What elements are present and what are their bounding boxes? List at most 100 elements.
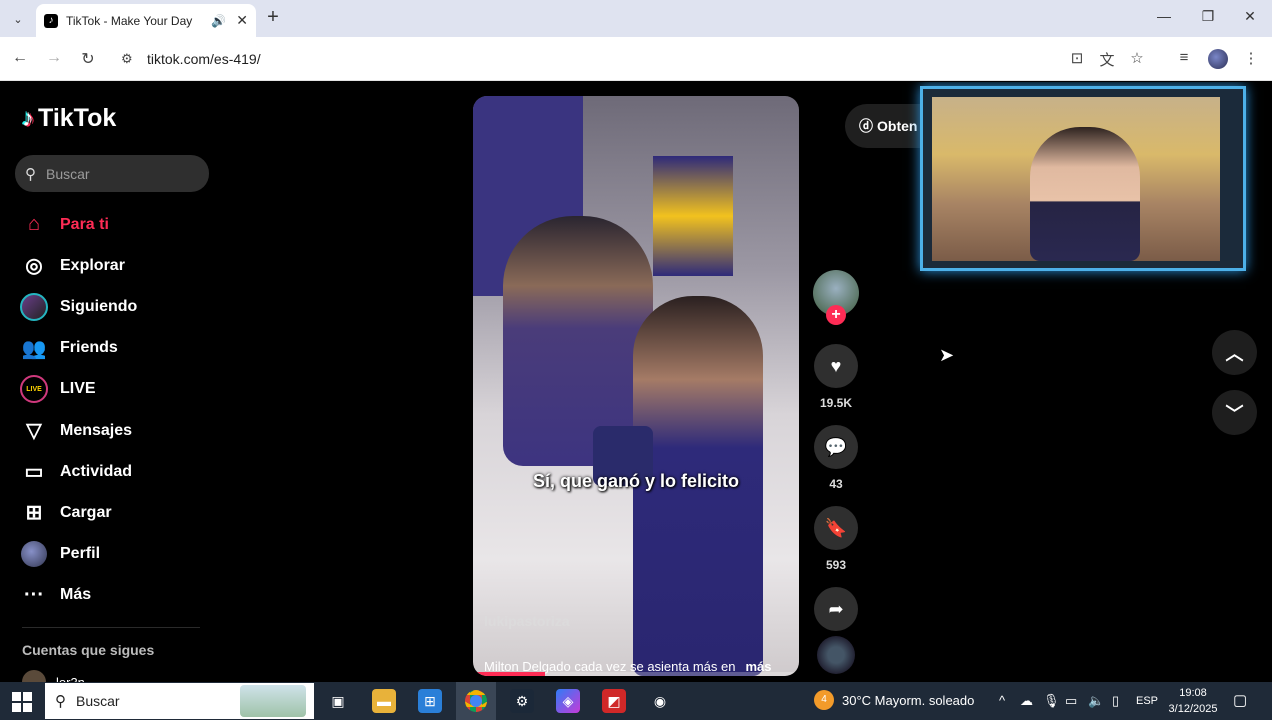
search-input[interactable]: [46, 165, 186, 182]
more-icon: ···: [24, 583, 44, 606]
logo-text: TikTok: [38, 104, 117, 132]
comment-action[interactable]: 💬 43: [813, 425, 859, 491]
live-icon: LIVE: [18, 375, 50, 404]
tab-title: TikTok - Make Your Day: [66, 13, 193, 28]
url-text[interactable]: tiktok.com/es-419/: [147, 51, 261, 67]
tab-search-chevron-icon[interactable]: ⌄: [8, 9, 28, 29]
mouse-cursor-icon: ➤: [939, 345, 955, 365]
sidebar-item-siguiendo[interactable]: Siguiendo: [18, 286, 137, 327]
site-info-icon[interactable]: ⚙: [121, 51, 133, 67]
sidebar-item-mas[interactable]: ··· Más: [18, 575, 137, 616]
browser-tab[interactable]: ♪ TikTok - Make Your Day 🔊 ✕: [36, 4, 256, 37]
media-controls-icon[interactable]: ≡: [1174, 49, 1194, 66]
comment-count: 43: [829, 477, 843, 491]
sidebar-item-explorar[interactable]: ◎ Explorar: [18, 245, 137, 286]
sidebar-item-label: Mensajes: [60, 421, 133, 439]
sidebar-item-cargar[interactable]: ⊞ Cargar: [18, 492, 137, 533]
video-username[interactable]: lukipastoriza: [484, 613, 570, 629]
heart-icon[interactable]: ♥: [814, 344, 858, 388]
sidebar-menu: ⌂ Para ti ◎ Explorar Siguiendo 👥 Friends…: [18, 204, 137, 616]
avatar-icon: [18, 292, 50, 321]
taskbar-search[interactable]: ⚲ Buscar: [45, 683, 314, 719]
comment-icon[interactable]: 💬: [814, 425, 858, 469]
reload-icon[interactable]: ↻: [78, 49, 98, 69]
following-header: Cuentas que sigues: [22, 642, 155, 658]
video-progress-bar[interactable]: [473, 672, 799, 676]
sidebar-item-friends[interactable]: 👥 Friends: [18, 328, 137, 369]
close-window-icon[interactable]: ✕: [1240, 8, 1260, 25]
restore-icon[interactable]: ❐: [1198, 8, 1218, 25]
network-icon[interactable]: ▭: [1065, 693, 1077, 709]
install-app-icon[interactable]: ⊡: [1067, 49, 1087, 67]
weather-icon[interactable]: 4: [814, 690, 834, 710]
steam-icon[interactable]: ⚙: [510, 689, 534, 713]
notifications-icon[interactable]: ▢: [1233, 691, 1247, 709]
search-icon[interactable]: ⚲: [25, 165, 36, 183]
following-user[interactable]: lor3n: [22, 670, 85, 682]
like-action[interactable]: ♥ 19.5K: [813, 344, 859, 410]
share-icon[interactable]: ➦: [814, 587, 858, 631]
webcam-person: [1030, 127, 1140, 261]
save-action[interactable]: 🔖 593: [813, 506, 859, 572]
webcam-feed: [932, 97, 1220, 261]
previous-video-button[interactable]: ︿: [1212, 330, 1257, 375]
sidebar-item-mensajes[interactable]: ▽ Mensajes: [18, 410, 137, 451]
following-username: lor3n: [56, 674, 85, 683]
cloud-icon[interactable]: ☁: [1020, 693, 1033, 709]
weather-text[interactable]: 30°C Mayorm. soleado: [842, 693, 974, 708]
video-player[interactable]: Sí, que ganó y lo felicito lukipastoriza…: [473, 96, 799, 676]
chevron-up-icon[interactable]: ^: [999, 693, 1005, 708]
volume-icon[interactable]: 🔈: [1088, 693, 1104, 709]
sidebar-item-label: Actividad: [60, 462, 133, 480]
task-view-icon[interactable]: ▣: [326, 689, 350, 713]
webcam-overlay: [920, 86, 1246, 271]
chevron-up-icon: ︿: [1225, 343, 1244, 364]
microsoft-store-icon[interactable]: ⊞: [418, 689, 442, 713]
file-explorer-icon[interactable]: ▬: [372, 689, 396, 713]
sidebar-item-perfil[interactable]: Perfil: [18, 534, 137, 575]
back-icon[interactable]: ←: [10, 49, 30, 67]
clock-date: 3/12/2025: [1168, 703, 1218, 715]
close-tab-icon[interactable]: ✕: [236, 12, 248, 29]
tiktok-logo[interactable]: ♪ TikTok: [22, 104, 116, 133]
new-tab-button[interactable]: +: [262, 6, 284, 30]
battery-icon[interactable]: ▯: [1112, 693, 1119, 709]
plus-square-icon: ⊞: [25, 502, 43, 525]
chrome-taskbar-icon[interactable]: [456, 682, 496, 720]
follow-plus-icon[interactable]: +: [826, 305, 846, 325]
obs-icon[interactable]: ◉: [648, 689, 672, 713]
music-disc-icon[interactable]: [817, 636, 855, 674]
translate-icon[interactable]: 文: [1097, 49, 1117, 70]
sidebar-item-actividad[interactable]: ▭ Actividad: [18, 451, 137, 492]
forward-icon[interactable]: →: [44, 49, 64, 67]
language-indicator[interactable]: ESP: [1136, 695, 1158, 707]
bookmark-icon[interactable]: 🔖: [814, 506, 858, 550]
address-bar[interactable]: ⚙ tiktok.com/es-419/: [112, 42, 1162, 76]
audio-playing-icon[interactable]: 🔊: [211, 14, 226, 28]
creator-avatar[interactable]: +: [813, 270, 859, 325]
video-subtitle: Sí, que ganó y lo felicito: [532, 471, 740, 491]
bookmark-star-icon[interactable]: ☆: [1127, 49, 1147, 67]
search-highlight-image: [240, 685, 306, 717]
sidebar-item-live[interactable]: LIVE LIVE: [18, 369, 137, 410]
sidebar-item-para-ti[interactable]: ⌂ Para ti: [18, 204, 137, 245]
microphone-icon[interactable]: 🎙: [1043, 693, 1060, 709]
amd-icon[interactable]: ◩: [602, 689, 626, 713]
clock[interactable]: 19:08 3/12/2025: [1166, 685, 1220, 717]
next-video-button[interactable]: ﹀: [1212, 390, 1257, 435]
search-box[interactable]: ⚲: [15, 155, 209, 192]
chrome-menu-icon[interactable]: ⋮: [1241, 49, 1261, 67]
profile-avatar[interactable]: [1208, 49, 1228, 69]
video-figure-background: [653, 156, 733, 276]
sidebar-item-label: Cargar: [60, 503, 112, 521]
browser-titlebar: ⌄ ♪ TikTok - Make Your Day 🔊 ✕ + — ❐ ✕: [0, 0, 1272, 37]
search-icon: ⚲: [55, 693, 66, 710]
tiktok-page: ♪ TikTok ⚲ ⌂ Para ti ◎ Explorar Siguiend…: [0, 82, 1272, 682]
windows-start-icon[interactable]: [12, 692, 32, 712]
minimize-icon[interactable]: —: [1154, 8, 1174, 24]
sidebar-item-label: Perfil: [60, 545, 101, 563]
weather-badge: 4: [814, 690, 834, 710]
home-icon: ⌂: [27, 213, 41, 236]
browser-toolbar: ← → ↻ ⚙ tiktok.com/es-419/ ⊡ 文 ☆ ≡ ⋮: [0, 37, 1272, 81]
copilot-icon[interactable]: ◈: [556, 689, 580, 713]
